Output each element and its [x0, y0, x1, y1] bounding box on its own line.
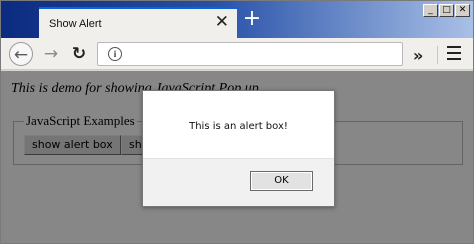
navigation-toolbar: ← → ↻ i » — [1, 38, 473, 70]
plus-icon[interactable]: + — [241, 8, 263, 30]
tab-show-alert[interactable]: Show Alert ✕ — [39, 7, 237, 38]
hamburger-menu-icon[interactable] — [447, 46, 461, 60]
title-bar: Show Alert ✕ + _ □ ✕ — [1, 1, 473, 38]
info-icon[interactable]: i — [108, 47, 122, 61]
window-close-button[interactable]: ✕ — [455, 4, 470, 17]
browser-window: Show Alert ✕ + _ □ ✕ ← → ↻ i » This is d… — [0, 0, 474, 244]
back-arrow-icon[interactable]: ← — [9, 42, 33, 66]
alert-dialog: This is an alert box! OK — [142, 90, 335, 207]
alert-message: This is an alert box! — [189, 121, 288, 132]
forward-arrow-icon[interactable]: → — [39, 42, 63, 66]
toolbar-separator — [437, 46, 438, 64]
maximize-button[interactable]: □ — [439, 4, 454, 17]
address-bar[interactable]: i — [97, 42, 403, 66]
close-icon[interactable]: ✕ — [215, 14, 229, 31]
overflow-chevron-icon[interactable]: » — [413, 46, 423, 65]
window-controls: _ □ ✕ — [423, 4, 470, 17]
reload-icon[interactable]: ↻ — [67, 42, 91, 66]
minimize-button[interactable]: _ — [423, 4, 438, 17]
ok-button[interactable]: OK — [250, 171, 313, 191]
tab-title: Show Alert — [49, 18, 102, 30]
alert-footer: OK — [143, 158, 334, 206]
